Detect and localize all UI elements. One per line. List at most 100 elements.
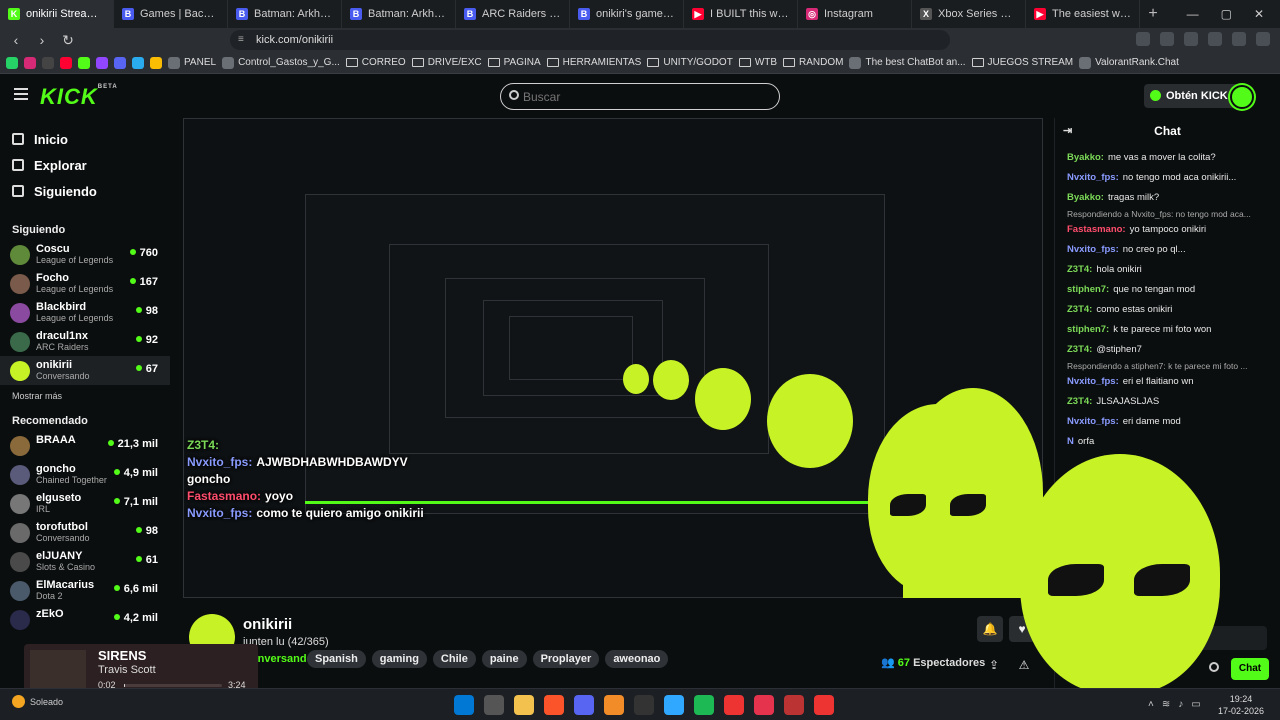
chat-username[interactable]: Nvxito_fps:	[1067, 244, 1119, 255]
chat-username[interactable]: Z3T4:	[1067, 264, 1092, 275]
browser-tab[interactable]: ▶ The easiest way to mak	[1026, 0, 1140, 28]
menu-icon[interactable]	[1256, 32, 1270, 46]
extension-icon[interactable]	[1184, 32, 1198, 46]
taskbar-app-icon[interactable]	[544, 695, 564, 715]
taskbar-app-icon[interactable]	[754, 695, 774, 715]
channel-item[interactable]: dracul1nx ARC Raiders 92	[0, 327, 170, 356]
taskbar-app-icon[interactable]	[604, 695, 624, 715]
report-icon[interactable]: ⚠	[1011, 652, 1037, 678]
browser-tab[interactable]: X Xbox Series X Runs PS	[912, 0, 1026, 28]
taskbar-app-icon[interactable]	[724, 695, 744, 715]
chat-username[interactable]: Fastasmano:	[1067, 224, 1126, 235]
channel-item[interactable]: BRAAA 21,3 mil	[0, 431, 170, 460]
wifi-icon[interactable]: ≋	[1162, 699, 1170, 710]
browser-tab[interactable]: Bonikiri's games | Backlo	[570, 0, 684, 28]
chat-message[interactable]: Fastasmano: yo tampoco onikiri	[1055, 220, 1280, 240]
collapse-chat-icon[interactable]: ⇥	[1063, 118, 1072, 144]
bookmark-item[interactable]: PANEL	[168, 56, 216, 69]
taskbar-app-icon[interactable]	[664, 695, 684, 715]
chat-username[interactable]: Nvxito_fps:	[1067, 376, 1119, 387]
browser-tab[interactable]: B Batman: Arkham City (	[228, 0, 342, 28]
instagram-icon[interactable]	[24, 56, 36, 69]
chat-message[interactable]: Byakko: me vas a mover la colita?	[1055, 148, 1280, 168]
weather-widget[interactable]: Soleado	[12, 695, 63, 708]
bookmark-item[interactable]: RANDOM	[783, 57, 843, 68]
stream-tag[interactable]: Proplayer	[532, 650, 600, 668]
channel-item[interactable]: goncho Chained Together 4,9 mil	[0, 460, 170, 489]
user-avatar[interactable]	[1230, 85, 1254, 109]
whatsapp-icon[interactable]	[6, 56, 18, 69]
forward-icon[interactable]: ›	[32, 32, 52, 48]
get-kicks-button[interactable]: Obtén KICKs	[1144, 84, 1242, 108]
twitch-icon[interactable]	[96, 56, 108, 69]
url-field[interactable]: ≡ kick.com/onikirii	[230, 30, 950, 50]
chat-message[interactable]: Nvxito_fps: eri el flaitiano wn	[1055, 372, 1280, 392]
bookmark-item[interactable]: WTB	[738, 57, 777, 68]
sidebar-item-inicio[interactable]: Inicio	[0, 126, 170, 152]
volume-icon[interactable]: ♪	[1178, 699, 1183, 710]
site-info-icon[interactable]: ≡	[238, 30, 244, 50]
stream-tag[interactable]: Chile	[432, 650, 476, 668]
bookmark-item[interactable]: PAGINA	[487, 57, 541, 68]
chat-username[interactable]: stiphen7:	[1067, 324, 1109, 335]
bookmark-item[interactable]: CORREO	[345, 57, 406, 68]
chat-message[interactable]: Norfa	[1055, 432, 1280, 452]
discord-icon[interactable]	[114, 56, 126, 69]
x-icon[interactable]	[42, 56, 54, 69]
chat-username[interactable]: Nvxito_fps:	[1067, 416, 1119, 427]
browser-tab[interactable]: ◎ Instagram	[798, 0, 912, 28]
bookmark-item[interactable]: The best ChatBot an...	[849, 56, 966, 69]
taskbar-app-icon[interactable]	[784, 695, 804, 715]
chat-username[interactable]: Z3T4:	[1067, 304, 1092, 315]
search-box[interactable]	[500, 83, 780, 110]
chat-message[interactable]: Z3T4: JLSAJASLJAS	[1055, 392, 1280, 412]
chat-message[interactable]: Nvxito_fps: no creo po ql...	[1055, 240, 1280, 260]
close-icon[interactable]: ✕	[1254, 7, 1264, 21]
chat-username[interactable]: N	[1067, 436, 1074, 447]
chat-message[interactable]: Z3T4: hola onikiri	[1055, 260, 1280, 280]
taskbar-app-icon[interactable]	[454, 695, 474, 715]
stream-tag[interactable]: paine	[481, 650, 527, 668]
chat-username[interactable]: Byakko:	[1067, 152, 1104, 163]
browser-tab[interactable]: B Batman: Arkham Knigh	[342, 0, 456, 28]
chat-username[interactable]: Z3T4:	[1067, 344, 1092, 355]
extension-icon[interactable]	[1160, 32, 1174, 46]
youtube-icon[interactable]	[60, 56, 72, 69]
browser-tab[interactable]: ▶ I BUILT this watch using	[684, 0, 798, 28]
chat-message[interactable]: Nvxito_fps: eri dame mod	[1055, 412, 1280, 432]
bookmark-item[interactable]: Control_Gastos_y_G...	[222, 56, 340, 69]
chat-message[interactable]: stiphen7: k te parece mi foto won	[1055, 320, 1280, 340]
sidebar-item-siguiendo[interactable]: Siguiendo	[0, 178, 170, 204]
bookmark-item[interactable]: UNITY/GODOT	[647, 57, 733, 68]
channel-item[interactable]: elguseto IRL 7,1 mil	[0, 489, 170, 518]
search-input[interactable]	[523, 90, 753, 104]
channel-item[interactable]: Focho League of Legends 167	[0, 269, 170, 298]
chat-message[interactable]: Z3T4: @stiphen7	[1055, 340, 1280, 360]
tray-chevron-icon[interactable]: ˄	[1148, 699, 1154, 710]
channel-item[interactable]: zEkO 4,2 mil	[0, 605, 170, 634]
stream-tag[interactable]: Spanish	[307, 650, 366, 668]
stream-tag[interactable]: gaming	[371, 650, 427, 668]
taskbar-app-icon[interactable]	[694, 695, 714, 715]
new-tab-button[interactable]: +	[1140, 5, 1166, 23]
channel-item[interactable]: ElMacarius Dota 2 6,6 mil	[0, 576, 170, 605]
hamburger-menu-icon[interactable]	[14, 88, 28, 100]
bookmark-item[interactable]: ValorantRank.Chat	[1079, 56, 1179, 69]
battery-icon[interactable]: ▭	[1191, 699, 1200, 710]
reload-icon[interactable]: ↻	[58, 32, 78, 49]
channel-item[interactable]: onikirii Conversando 67	[0, 356, 170, 385]
chat-settings-icon[interactable]	[1209, 662, 1219, 672]
bookmark-item[interactable]: DRIVE/EXC	[411, 57, 482, 68]
chat-send-button[interactable]: Chat	[1231, 658, 1269, 680]
chat-username[interactable]: Z3T4:	[1067, 396, 1092, 407]
chat-username[interactable]: stiphen7:	[1067, 284, 1109, 295]
bookmark-item[interactable]: JUEGOS STREAM	[971, 57, 1073, 68]
sidebar-item-explorar[interactable]: Explorar	[0, 152, 170, 178]
chat-message[interactable]: Z3T4: como estas onikiri	[1055, 300, 1280, 320]
chat-message[interactable]: stiphen7: que no tengan mod	[1055, 280, 1280, 300]
chat-message[interactable]: Nvxito_fps: no tengo mod aca onikirii...	[1055, 168, 1280, 188]
minimize-icon[interactable]: —	[1187, 7, 1199, 21]
docs-icon[interactable]	[150, 56, 162, 69]
browser-tab[interactable]: Konikirii Stream - W	[0, 0, 114, 28]
share-icon[interactable]: ⇪	[981, 652, 1007, 678]
